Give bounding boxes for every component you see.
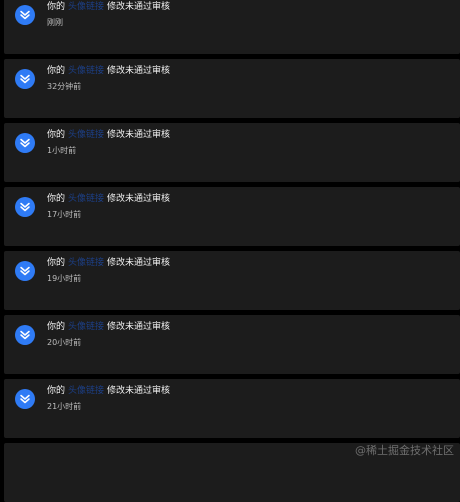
notification-time: 32分钟前 [47, 82, 82, 91]
notification-prefix: 你的 [47, 386, 66, 396]
avatar-link[interactable]: 头像链接 [68, 2, 104, 12]
notification-suffix: 修改未通过审核 [107, 258, 171, 268]
notification-card[interactable]: 你的 头像链接 修改未通过审核 21小时前 [4, 379, 460, 438]
juejin-logo-icon [15, 389, 35, 409]
notification-suffix: 修改未通过审核 [107, 386, 171, 396]
notification-suffix: 修改未通过审核 [107, 2, 171, 12]
avatar-link[interactable]: 头像链接 [68, 322, 104, 332]
notification-suffix: 修改未通过审核 [107, 194, 171, 204]
notification-title: 你的 头像链接 修改未通过审核 [47, 128, 170, 142]
avatar-link[interactable]: 头像链接 [68, 386, 104, 396]
notification-card[interactable]: 你的 头像链接 修改未通过审核 17小时前 [4, 187, 460, 246]
avatar-link[interactable]: 头像链接 [68, 194, 104, 204]
notification-title: 你的 头像链接 修改未通过审核 [47, 256, 170, 270]
notification-time: 21小时前 [47, 402, 82, 411]
juejin-logo-icon [15, 197, 35, 217]
notification-card[interactable]: 你的 头像链接 修改未通过审核 32分钟前 [4, 59, 460, 118]
notification-prefix: 你的 [47, 130, 66, 140]
watermark: @稀土掘金技术社区 [355, 444, 454, 457]
juejin-logo-icon [15, 261, 35, 281]
juejin-logo-icon [15, 5, 35, 25]
notification-suffix: 修改未通过审核 [107, 322, 171, 332]
juejin-logo-icon [15, 133, 35, 153]
notification-prefix: 你的 [47, 258, 66, 268]
avatar-link[interactable]: 头像链接 [68, 258, 104, 268]
notification-suffix: 修改未通过审核 [107, 66, 171, 76]
notification-title: 你的 头像链接 修改未通过审核 [47, 0, 170, 14]
notification-prefix: 你的 [47, 194, 66, 204]
juejin-logo-icon [15, 325, 35, 345]
notification-title: 你的 头像链接 修改未通过审核 [47, 64, 170, 78]
notification-prefix: 你的 [47, 322, 66, 332]
avatar-link[interactable]: 头像链接 [68, 66, 104, 76]
notification-suffix: 修改未通过审核 [107, 130, 171, 140]
avatar-link[interactable]: 头像链接 [68, 130, 104, 140]
notification-card[interactable]: 你的 头像链接 修改未通过审核 20小时前 [4, 315, 460, 374]
notification-time: 19小时前 [47, 274, 82, 283]
notification-time: 刚刚 [47, 18, 63, 27]
notification-time: 17小时前 [47, 210, 82, 219]
juejin-logo-icon [15, 69, 35, 89]
notification-prefix: 你的 [47, 2, 66, 12]
notification-title: 你的 头像链接 修改未通过审核 [47, 320, 170, 334]
notification-prefix: 你的 [47, 66, 66, 76]
notification-card[interactable]: 你的 头像链接 修改未通过审核刚刚 [4, 0, 460, 54]
notification-title: 你的 头像链接 修改未通过审核 [47, 384, 170, 398]
notification-card[interactable]: 你的 头像链接 修改未通过审核 1小时前 [4, 123, 460, 182]
notification-title: 你的 头像链接 修改未通过审核 [47, 192, 170, 206]
notification-list: 你的 头像链接 修改未通过审核 刚刚 你的 头像链接 修改未通过审核 32分钟前 你的 头像链接修… [0, 0, 460, 502]
notification-card[interactable]: 你的 头像链接 修改未通过审核 19小时前 [4, 251, 460, 310]
notification-time: 1小时前 [47, 146, 77, 155]
notification-time: 20小时前 [47, 338, 82, 347]
